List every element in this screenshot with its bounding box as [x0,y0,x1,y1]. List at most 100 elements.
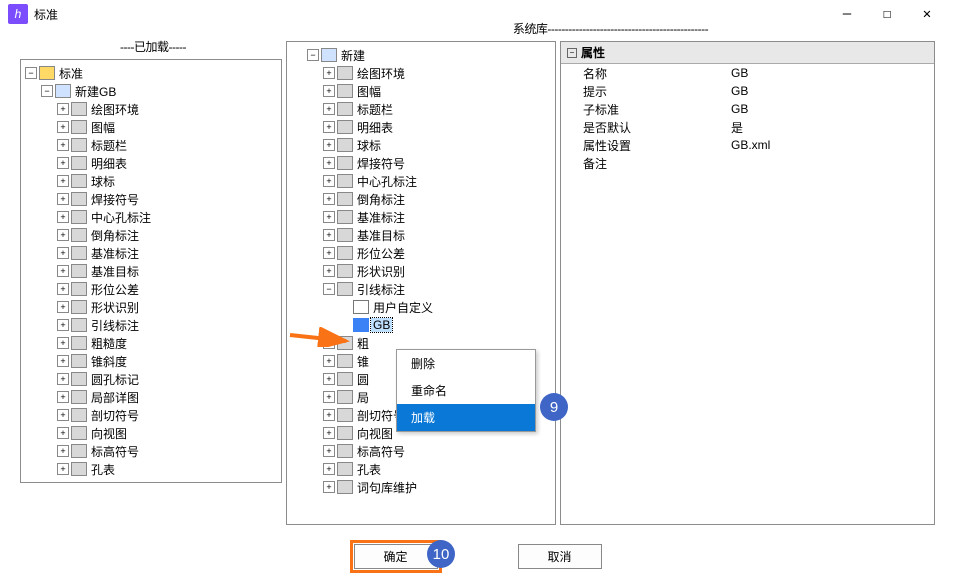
loaded-tree[interactable]: −标准−新建GB+绘图环境+图幅+标题栏+明细表+球标+焊接符号+中心孔标注+倒… [21,60,281,482]
-icon [337,444,353,458]
expander-icon[interactable]: + [323,193,335,205]
tree-label: 向视图 [89,425,129,442]
expander-icon[interactable]: − [323,283,335,295]
expander-icon[interactable]: + [323,139,335,151]
expander-icon[interactable]: + [57,463,69,475]
tree-node[interactable]: +中心孔标注 [289,172,553,190]
tree-node[interactable]: +标题栏 [23,136,279,154]
expander-icon[interactable]: + [57,337,69,349]
tree-node[interactable]: +基准目标 [289,226,553,244]
expander-icon[interactable]: + [323,67,335,79]
tree-node[interactable]: + 向视图 [23,424,279,442]
tree-node[interactable]: +基准标注 [289,208,553,226]
tree-node[interactable]: +标题栏 [289,100,553,118]
tree-node[interactable]: +形位公差 [289,244,553,262]
folder-icon [55,84,71,98]
expander-icon[interactable]: + [57,157,69,169]
tree-node[interactable]: +焊接符号 [23,190,279,208]
expander-icon[interactable]: + [323,121,335,133]
expander-icon[interactable]: + [57,175,69,187]
tree-node[interactable]: +绘图环境 [289,64,553,82]
tree-node[interactable]: +锥斜度 [23,352,279,370]
ok-button[interactable]: 确定 [354,544,438,569]
tree-node[interactable]: +球标 [289,136,553,154]
cancel-button[interactable]: 取消 [518,544,602,569]
expander-icon[interactable]: + [323,373,335,385]
tree-node[interactable]: +形状识别 [23,298,279,316]
expander-icon[interactable]: + [323,157,335,169]
tree-node[interactable]: +孔表 [23,460,279,478]
syslib-tree[interactable]: −新建+绘图环境+图幅+标题栏+明细表+球标+焊接符号+中心孔标注+倒角标注+基… [287,42,555,524]
tree-node[interactable]: +词句库维护 [289,478,553,496]
tree-node[interactable]: +明细表 [289,118,553,136]
tree-node[interactable]: −标准 [23,64,279,82]
tree-node[interactable]: +焊接符号 [289,154,553,172]
expander-icon[interactable]: + [323,229,335,241]
expander-icon[interactable]: + [323,463,335,475]
expander-icon[interactable]: + [57,301,69,313]
tree-node[interactable]: +图幅 [289,82,553,100]
expander-icon[interactable]: + [57,193,69,205]
tree-node[interactable]: +明细表 [23,154,279,172]
tree-node[interactable]: −新建 [289,46,553,64]
expander-icon[interactable]: + [323,265,335,277]
tree-node[interactable]: +图幅 [23,118,279,136]
ctx-load[interactable]: 加载 [397,404,535,431]
expander-icon[interactable]: + [57,247,69,259]
tree-node[interactable]: +基准目标 [23,262,279,280]
expander-icon[interactable]: + [57,319,69,331]
tree-node[interactable]: +球标 [23,172,279,190]
expander-icon[interactable]: + [323,103,335,115]
expander-icon[interactable]: + [57,103,69,115]
ctx-rename[interactable]: 重命名 [397,377,535,404]
expander-icon[interactable]: + [323,85,335,97]
tree-node[interactable]: +倒角标注 [289,190,553,208]
tree-node[interactable]: −引线标注 [289,280,553,298]
tree-node[interactable]: +孔表 [289,460,553,478]
tree-node[interactable]: +引线标注 [23,316,279,334]
expander-icon[interactable]: + [57,283,69,295]
expander-icon[interactable]: + [323,247,335,259]
expander-icon[interactable]: + [323,445,335,457]
expander-icon[interactable]: + [323,427,335,439]
-icon [337,282,353,296]
tree-node[interactable]: +局部详图 [23,388,279,406]
tree-node[interactable]: +基准标注 [23,244,279,262]
expander-icon[interactable]: + [57,373,69,385]
tree-node[interactable]: +标高符号 [289,442,553,460]
tree-node[interactable]: +圆孔标记 [23,370,279,388]
expander-icon[interactable]: + [57,139,69,151]
tree-node[interactable]: +标高符号 [23,442,279,460]
expander-icon[interactable]: + [57,391,69,403]
tree-node[interactable]: +剖切符号 [23,406,279,424]
expander-icon[interactable]: + [323,391,335,403]
expander-icon[interactable]: + [57,427,69,439]
expander-icon[interactable]: + [57,445,69,457]
tree-node[interactable]: +形状识别 [289,262,553,280]
expander-icon[interactable]: − [25,67,37,79]
tree-node[interactable]: 用户自定义 [289,298,553,316]
tree-node[interactable]: −新建GB [23,82,279,100]
expander-icon[interactable]: + [57,355,69,367]
tree-node[interactable]: +绘图环境 [23,100,279,118]
expander-icon[interactable]: + [57,229,69,241]
tree-node[interactable]: +中心孔标注 [23,208,279,226]
expander-icon[interactable]: + [57,409,69,421]
tree-node[interactable]: +倒角标注 [23,226,279,244]
expander-icon[interactable]: + [323,355,335,367]
ctx-delete[interactable]: 删除 [397,350,535,377]
expander-icon[interactable]: + [323,211,335,223]
expander-icon[interactable]: + [323,481,335,493]
expander-icon[interactable]: − [41,85,53,97]
tree-node[interactable]: +粗糙度 [23,334,279,352]
expander-icon[interactable]: + [57,265,69,277]
-icon [337,120,353,134]
expander-icon[interactable]: − [307,49,319,61]
expander-icon[interactable]: + [323,409,335,421]
collapse-icon[interactable]: − [567,48,577,58]
expander-icon[interactable]: + [57,211,69,223]
tree-node[interactable]: +形位公差 [23,280,279,298]
expander-icon[interactable]: + [57,121,69,133]
-icon [337,408,353,422]
expander-icon[interactable]: + [323,175,335,187]
